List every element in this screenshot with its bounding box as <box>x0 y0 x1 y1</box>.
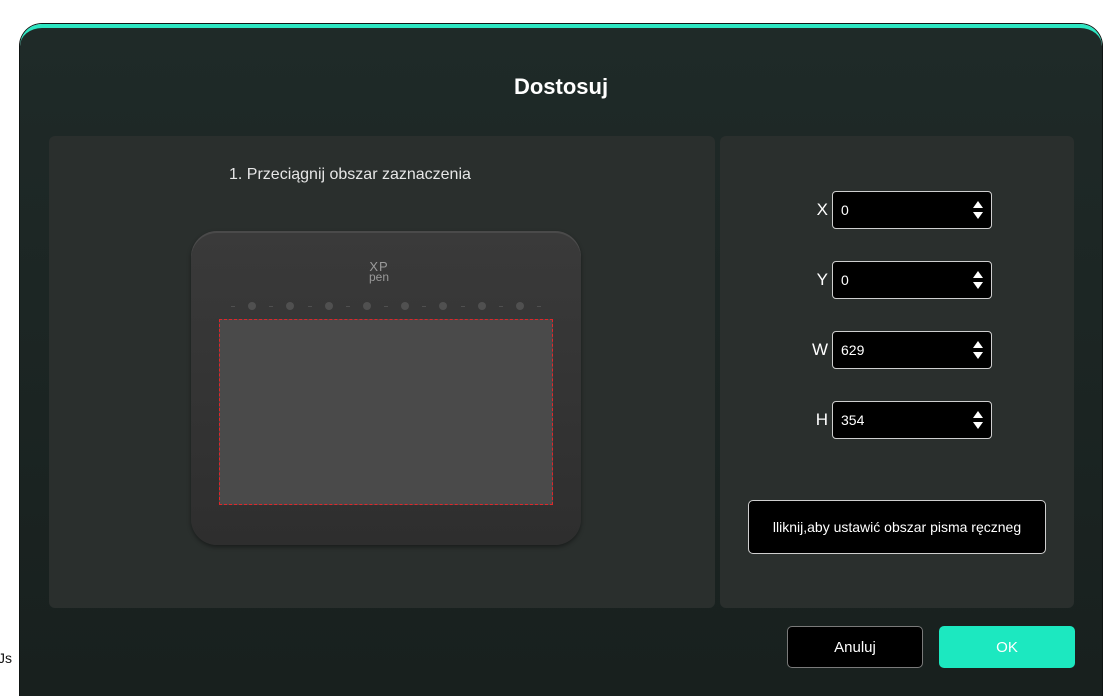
background-window <box>0 0 22 696</box>
h-field-row: H <box>806 401 992 439</box>
set-handwriting-area-button[interactable]: lliknij,aby ustawić obszar pisma ręczneg <box>748 500 1046 554</box>
w-field-row: W <box>806 331 992 369</box>
express-key <box>324 302 333 310</box>
express-key <box>248 302 257 310</box>
express-key <box>362 302 371 310</box>
spinner-arrows-icon[interactable] <box>973 411 983 431</box>
express-key <box>401 302 410 310</box>
key-divider <box>345 305 350 307</box>
tablet-area-panel: 1. Przeciągnij obszar zaznaczenia XP pen <box>49 136 715 608</box>
key-divider <box>269 305 274 307</box>
arrow-up-icon[interactable] <box>973 201 983 208</box>
logo-bottom: pen <box>369 270 390 284</box>
active-area-selection[interactable] <box>219 319 553 505</box>
key-divider <box>460 305 465 307</box>
xp-pen-logo: XP pen <box>369 260 390 284</box>
express-key <box>477 302 486 310</box>
key-divider <box>231 305 235 307</box>
y-field-row: Y <box>806 261 992 299</box>
w-label: W <box>811 340 828 359</box>
cancel-button[interactable]: Anuluj <box>787 626 923 668</box>
x-input[interactable] <box>841 192 961 228</box>
spinner-arrows-icon[interactable] <box>973 201 983 221</box>
arrow-down-icon[interactable] <box>973 282 983 289</box>
arrow-down-icon[interactable] <box>973 422 983 429</box>
arrow-up-icon[interactable] <box>973 341 983 348</box>
h-spinbox[interactable] <box>832 401 992 439</box>
key-divider <box>384 305 388 307</box>
key-divider <box>498 305 503 307</box>
arrow-down-icon[interactable] <box>973 212 983 219</box>
spinner-arrows-icon[interactable] <box>973 271 983 291</box>
key-divider <box>422 305 427 307</box>
y-spinbox[interactable] <box>832 261 992 299</box>
x-spinbox[interactable] <box>832 191 992 229</box>
dialog-title: Dostosuj <box>513 74 609 99</box>
key-divider <box>307 305 312 307</box>
h-input[interactable] <box>841 402 961 438</box>
coordinates-panel: X Y W <box>720 136 1074 608</box>
tablet-preview: XP pen <box>191 231 581 545</box>
arrow-up-icon[interactable] <box>973 411 983 418</box>
ok-button[interactable]: OK <box>939 626 1075 668</box>
express-keys <box>231 301 541 311</box>
background-text: Js <box>0 650 12 666</box>
arrow-up-icon[interactable] <box>973 271 983 278</box>
customize-dialog: Dostosuj 1. Przeciągnij obszar zaznaczen… <box>20 24 1102 696</box>
y-input[interactable] <box>841 262 961 298</box>
express-key <box>515 302 524 310</box>
w-input[interactable] <box>841 332 961 368</box>
spinner-arrows-icon[interactable] <box>973 341 983 361</box>
y-label: Y <box>816 270 828 289</box>
x-label: X <box>816 200 828 219</box>
x-field-row: X <box>806 191 992 229</box>
arrow-down-icon[interactable] <box>973 352 983 359</box>
w-spinbox[interactable] <box>832 331 992 369</box>
h-label: H <box>815 410 828 429</box>
express-key <box>286 302 295 310</box>
instruction-label: 1. Przeciągnij obszar zaznaczenia <box>229 166 471 183</box>
key-divider <box>537 305 541 307</box>
express-key <box>439 302 448 310</box>
